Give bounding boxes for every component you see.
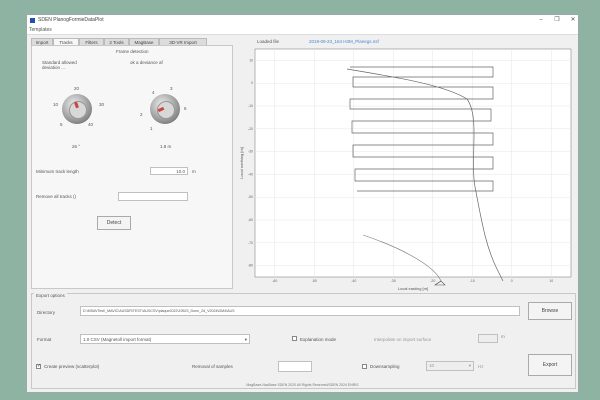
knob2-value: 1.8 m bbox=[160, 144, 172, 149]
chevron-down-icon: ▾ bbox=[244, 337, 247, 342]
knob2-scale-tl: 4 bbox=[152, 90, 155, 95]
y-tick-label: -40 bbox=[248, 172, 253, 176]
y-tick-label: 10 bbox=[249, 58, 253, 62]
window-title: SDEN PlanogFormieDataPlot bbox=[38, 17, 104, 23]
minimize-button[interactable]: – bbox=[535, 16, 547, 25]
directory-input[interactable]: D:\MSAVTest\_MAVIC\AUSDR\TEST\AUSCSV\pla… bbox=[80, 306, 520, 316]
min-track-input[interactable]: 10.0 bbox=[150, 167, 188, 175]
interpolation-label: Interpolate on import surface bbox=[374, 337, 432, 342]
maximize-button[interactable]: ❐ bbox=[551, 16, 563, 25]
interpolation-input[interactable] bbox=[478, 334, 498, 343]
angle-deviation-label: ok a deviance af bbox=[130, 60, 163, 65]
y-tick-label: -70 bbox=[248, 241, 253, 245]
knob1-scale-top: 20 bbox=[74, 86, 80, 91]
track-plot[interactable]: -60 -50 -40 -30 -20 -10 0 10 10 0 -10 -20 -30 -40 -50 -… bbox=[235, 37, 577, 292]
remove-tracks-label: Remove all tracks () bbox=[36, 194, 77, 199]
format-label: Format bbox=[37, 337, 52, 342]
interpolation-unit: m bbox=[501, 334, 505, 339]
tracks-panel: Frame detection Standard allowed deviati… bbox=[31, 45, 233, 289]
x-tick-label: 10 bbox=[549, 279, 553, 283]
y-axis-label: Local northing [m] bbox=[239, 147, 244, 179]
knob2-scale-bl: 1 bbox=[150, 126, 153, 131]
check-icon: ✓ bbox=[37, 363, 42, 369]
export-button[interactable]: Export bbox=[528, 354, 572, 376]
title-bar: SDEN PlanogFormieDataPlot – ❐ ✕ bbox=[27, 15, 578, 26]
app-icon bbox=[30, 18, 35, 23]
footer-text: MagBase-NavBase SDEN 2020 All Rights Res… bbox=[246, 383, 359, 387]
chevron-down-icon: ▾ bbox=[468, 363, 471, 368]
x-tick-label: -10 bbox=[470, 279, 475, 283]
format-value: 1.0 CSV (Magnetoll import format) bbox=[83, 337, 152, 342]
detect-button[interactable]: Detect bbox=[97, 216, 131, 230]
landing-marker bbox=[434, 280, 446, 286]
y-tick-label: -50 bbox=[248, 195, 253, 199]
standard-deviation-knob[interactable] bbox=[62, 94, 92, 124]
x-tick-label: 0 bbox=[511, 279, 513, 283]
downsampling-unit: Hz bbox=[478, 364, 484, 369]
min-track-label: Minimum track length bbox=[36, 169, 79, 174]
knob1-value: 26 ° bbox=[72, 144, 81, 149]
downsampling-checkbox[interactable] bbox=[362, 364, 367, 369]
format-select[interactable]: 1.0 CSV (Magnetoll import format) ▾ bbox=[80, 334, 250, 344]
standard-deviation-label: Standard allowed deviation ... bbox=[42, 60, 77, 70]
y-tick-label: -10 bbox=[248, 104, 253, 108]
y-tick-label: -30 bbox=[248, 150, 253, 154]
menu-bar: Templates bbox=[27, 26, 578, 35]
browse-button[interactable]: Browse bbox=[528, 302, 572, 320]
menu-templates[interactable]: Templates bbox=[29, 27, 52, 33]
preview-checkbox[interactable]: ✓ bbox=[36, 363, 42, 369]
export-group-label: Export options bbox=[34, 293, 67, 298]
app-window: SDEN PlanogFormieDataPlot – ❐ ✕ Template… bbox=[26, 14, 579, 393]
y-tick-label: 0 bbox=[251, 81, 253, 85]
downsampling-value: 10 bbox=[429, 363, 435, 368]
downsampling-select[interactable]: 10 ▾ bbox=[426, 361, 474, 371]
explanation-checkbox[interactable] bbox=[292, 336, 297, 341]
explanation-label: Explanation mode bbox=[300, 337, 337, 342]
removal-label: Removal of samples bbox=[192, 364, 233, 369]
x-tick-label: -20 bbox=[430, 279, 435, 283]
panel-heading: Frame detection bbox=[116, 49, 149, 54]
downsampling-label: Downsampling bbox=[370, 364, 400, 369]
close-button[interactable]: ✕ bbox=[567, 16, 578, 25]
x-tick-label: -50 bbox=[312, 279, 317, 283]
directory-label: Directory bbox=[37, 310, 56, 315]
angle-deviation-knob[interactable] bbox=[150, 94, 180, 124]
y-tick-label: -80 bbox=[248, 264, 253, 268]
knob2-scale-right: 6 bbox=[184, 106, 187, 111]
min-track-unit: m bbox=[192, 169, 196, 174]
x-tick-label: -40 bbox=[351, 279, 356, 283]
y-tick-label: -20 bbox=[248, 127, 253, 131]
removal-input[interactable] bbox=[278, 361, 312, 372]
knob1-scale-left: 10 bbox=[53, 102, 59, 107]
x-tick-label: -60 bbox=[272, 279, 277, 283]
export-options: Export options Directory D:\MSAVTest\_MA… bbox=[31, 293, 576, 389]
knob2-scale-tr: 3 bbox=[170, 86, 173, 91]
plot-area: Loaded file 2019-09-23_164 H3M_Planegs.n… bbox=[235, 37, 577, 292]
knob2-scale-left: 2 bbox=[140, 112, 143, 117]
knob1-scale-bl: 5 bbox=[60, 122, 63, 127]
preview-label: Create preview (scatterplot) bbox=[44, 364, 100, 369]
x-axis-label: Local easting [m] bbox=[398, 286, 428, 291]
knob1-scale-right: 30 bbox=[99, 102, 105, 107]
x-tick-label: -30 bbox=[391, 279, 396, 283]
y-tick-label: -60 bbox=[248, 218, 253, 222]
remove-tracks-input[interactable] bbox=[118, 192, 188, 201]
knob1-scale-br: 40 bbox=[88, 122, 94, 127]
